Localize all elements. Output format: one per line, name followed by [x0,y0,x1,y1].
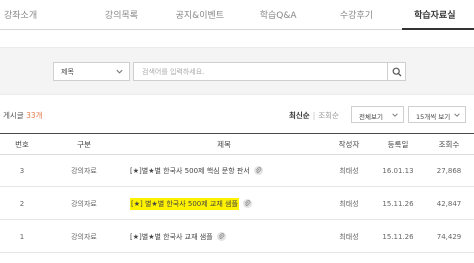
row-date: 15.11.26 [382,232,414,241]
tab-study-materials[interactable]: 학습자료실 [396,0,474,30]
row-author: 최태성 [339,232,359,241]
search-field-select[interactable]: 제목 [53,62,130,81]
attachment-icon [253,166,263,175]
sort-separator: | [312,111,316,120]
sort-latest[interactable]: 최신순 [289,111,310,120]
category-filter-select[interactable]: 전체보기 [351,106,404,123]
post-title-text: 별★별 한국사 500제 교재 샘플 [142,199,238,208]
header-date: 등록일 [387,139,409,149]
row-no: 2 [19,199,25,208]
post-title-link[interactable]: [★] 별★별 한국사 500제 교재 샘플 [124,188,324,219]
sort-options: 최신순 | 조회순 [289,110,339,121]
attachment-icon [242,199,252,208]
tab-course-intro[interactable]: 강좌소개 [0,0,82,29]
row-no: 1 [19,232,25,241]
header-category: 구분 [77,139,91,149]
post-count-label: 게시글 [3,111,24,120]
post-title-link[interactable]: [★] 별★별 한국사 교재 샘플 [124,221,324,252]
post-title-prefix: [★] [130,232,142,241]
page-size-select[interactable]: 15개씩 보기 [408,106,466,123]
search-area: 제목 [0,47,474,95]
row-category: 강의자료 [71,232,97,241]
header-author: 작성자 [338,139,360,149]
table-header: 번호 구분 제목 작성자 등록일 조회수 [0,133,474,155]
tab-bar: 강좌소개 강의목록 공지&이벤트 학습Q&A 수강후기 학습자료실 [0,0,474,30]
row-no: 3 [19,166,25,175]
category-filter-value: 전체보기 [359,113,383,121]
tab-reviews[interactable]: 수강후기 [317,0,395,29]
search-button[interactable] [387,62,406,81]
post-count-value: 33개 [26,111,43,120]
row-views: 42,847 [436,199,462,208]
post-count: 게시글 33개 [3,110,43,121]
header-views: 조회수 [438,139,460,149]
row-date: 16.01.13 [382,166,414,175]
row-category: 강의자료 [71,166,97,175]
chevron-down-icon [454,113,460,117]
table-row: 1 강의자료 [★] 별★별 한국사 교재 샘플 최태성 15.11.26 74… [0,221,474,253]
tab-study-qa[interactable]: 학습Q&A [239,0,317,29]
chevron-down-icon [116,69,123,74]
search-field-value: 제목 [61,68,74,76]
search-icon [392,67,401,76]
tab-notice-event[interactable]: 공지&이벤트 [161,0,239,29]
row-author: 최태성 [339,166,359,175]
page-size-value: 15개씩 보기 [416,113,451,121]
row-category: 강의자료 [71,199,97,208]
row-date: 15.11.26 [382,199,414,208]
search-input[interactable] [133,62,388,81]
header-title: 제목 [217,139,231,149]
row-views: 74,429 [436,232,462,241]
post-title-link[interactable]: [★] 별★별 한국사 500제 핵심 문항 판서 [124,155,324,186]
attachment-icon [216,232,226,241]
chevron-down-icon [392,113,398,117]
post-title-prefix: [★] [130,166,142,175]
tab-lecture-list[interactable]: 강의목록 [82,0,160,29]
table-row: 3 강의자료 [★] 별★별 한국사 500제 핵심 문항 판서 최태성 16.… [0,155,474,187]
highlighted-title: [★] 별★별 한국사 500제 교재 샘플 [130,197,239,210]
row-author: 최태성 [339,199,359,208]
post-title-text: 별★별 한국사 500제 핵심 문항 판서 [141,166,250,175]
post-title-prefix: [★] [131,199,143,208]
row-views: 27,868 [436,166,462,175]
sort-views[interactable]: 조회순 [318,111,339,120]
post-title-text: 별★별 한국사 교재 샘플 [141,232,213,241]
table-row: 2 강의자료 [★] 별★별 한국사 500제 교재 샘플 최태성 15.11.… [0,188,474,220]
header-no: 번호 [15,139,29,149]
